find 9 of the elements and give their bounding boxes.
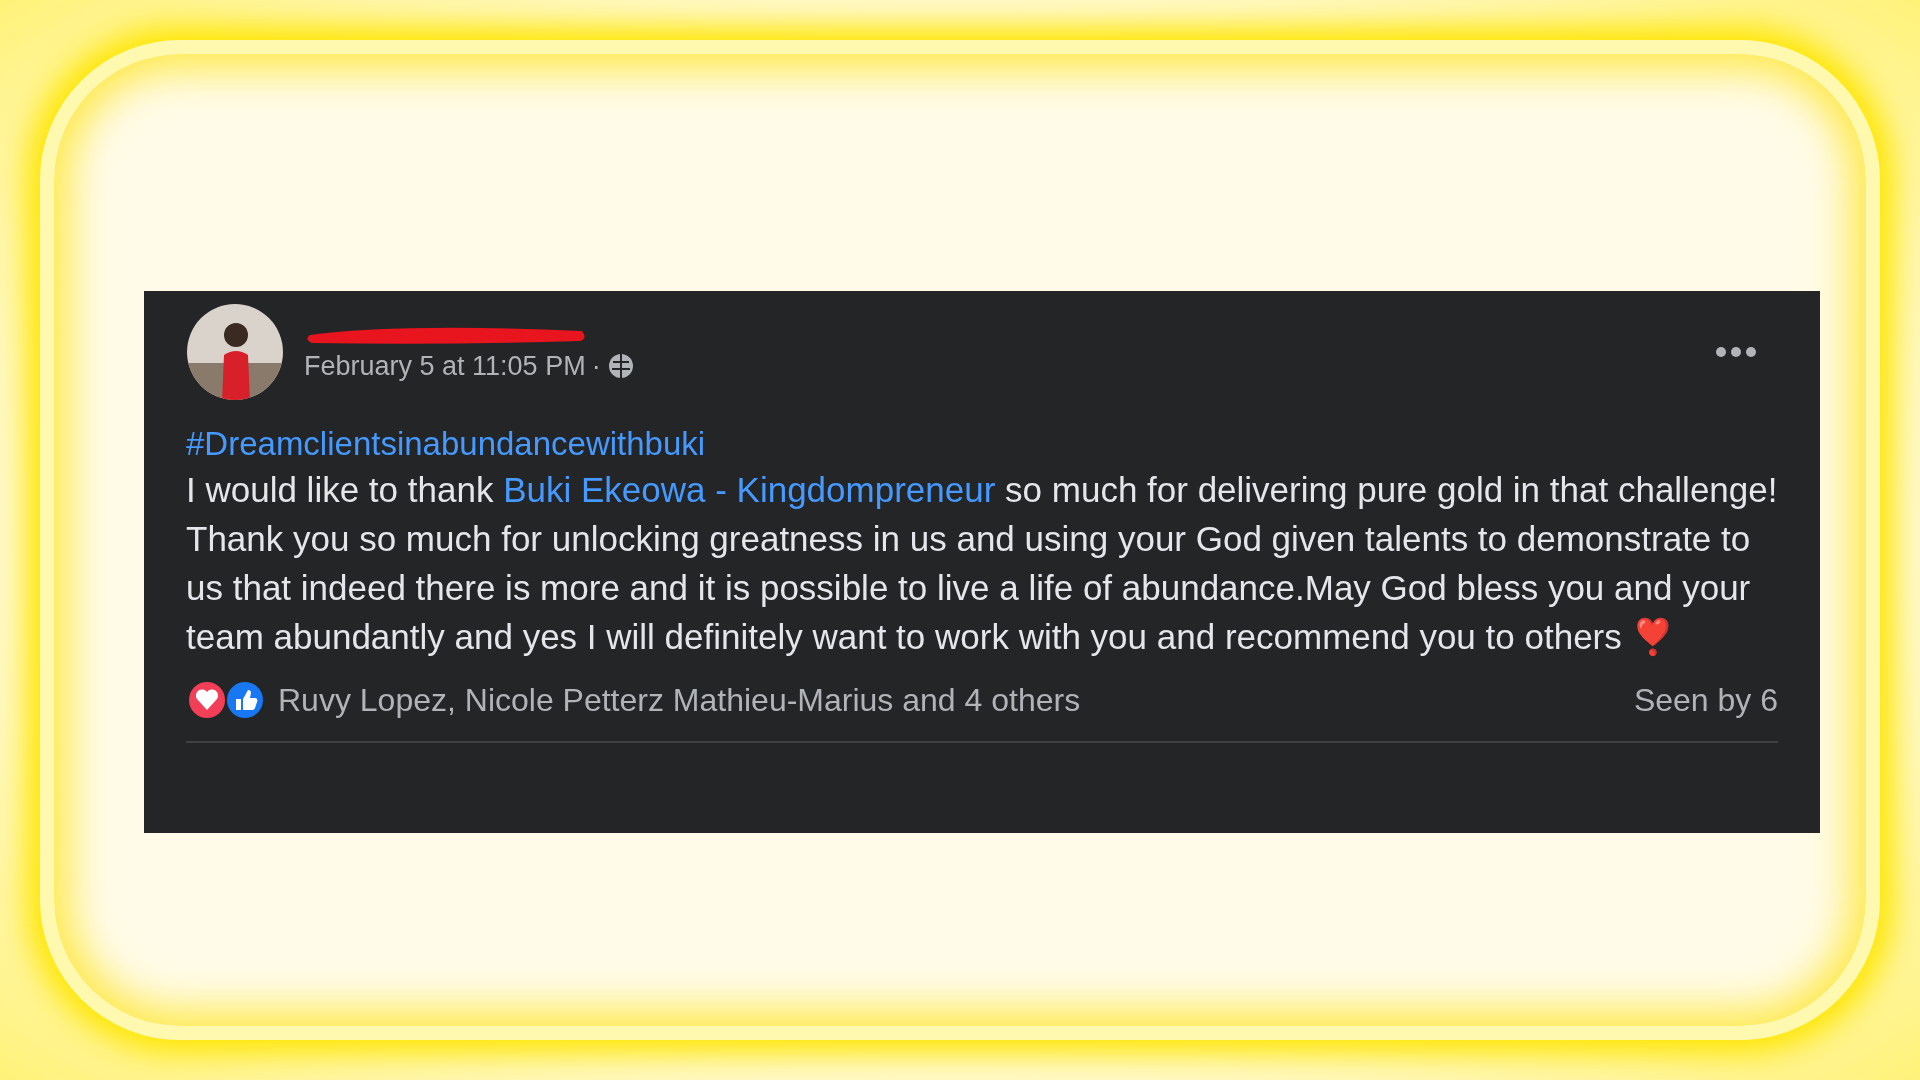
globe-icon (606, 352, 635, 380)
hashtag-link[interactable]: #Dreamclientsinabundancewithbuki (186, 425, 1778, 463)
more-options-icon[interactable] (1714, 345, 1758, 359)
seen-count[interactable]: Seen by 6 (1633, 681, 1778, 719)
separator: · (591, 350, 601, 382)
mention-link[interactable]: Buki Ekeowa - Kingdompreneur (503, 470, 996, 509)
post-time[interactable]: February 5 at 11:05 PM (304, 350, 586, 382)
post-text: I would like to thank Buki Ekeowa - Kingdompreneur so much for delivering pure gold in that challenge! Thank you so much for unlocking greatness in us and using your God given talents to demonstrate to us that indeed there is more and it is possible to live a life of abundance.May God bless you and your team abundantly and yes I will definitely want to work with you and recommend you to others ❣ (186, 469, 1778, 658)
reaction-names[interactable]: Ruvy Lopez, Nicole Petterz Mathieu-Marius and 4 others (278, 681, 1634, 719)
